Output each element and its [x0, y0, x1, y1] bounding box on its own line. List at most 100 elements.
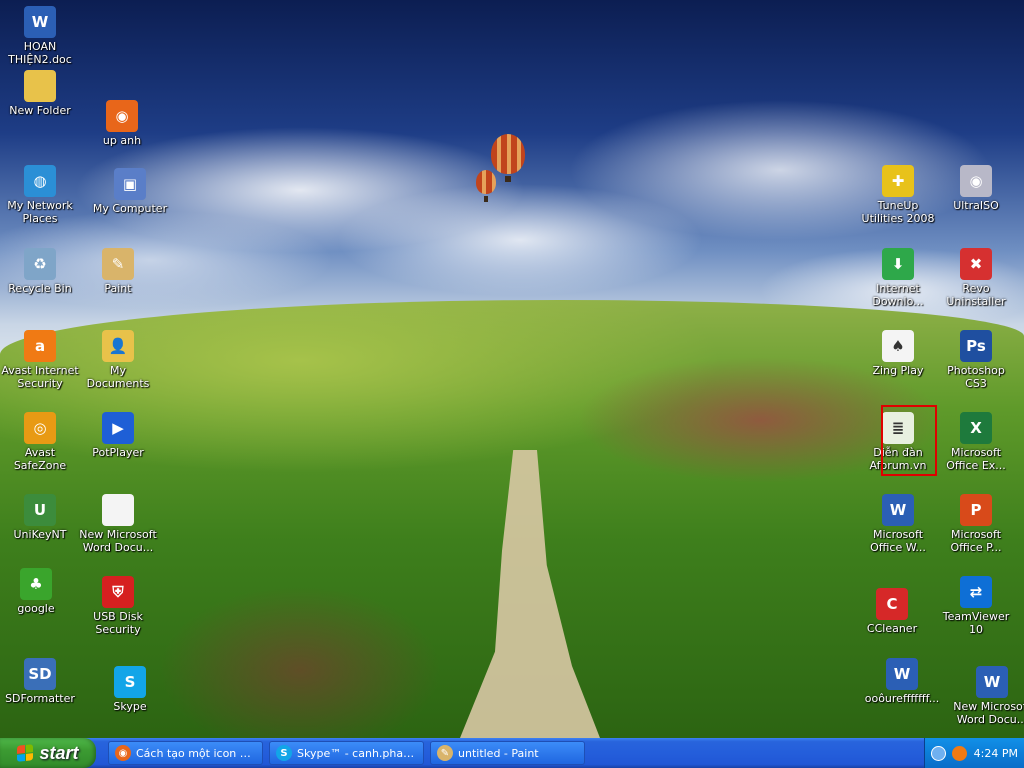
- powerpoint-icon: P: [960, 494, 992, 526]
- documents-folder-icon: 👤: [102, 330, 134, 362]
- desktop[interactable]: W HOAN THIỆN2.doc New Folder ◉ up anh ◍ My Net…: [0, 0, 1024, 738]
- desktop-icon-revo-uninstaller[interactable]: ✖ Revo Uninstaller: [936, 248, 1016, 308]
- sd-card-icon: SD: [24, 658, 56, 690]
- desktop-icon-label: Microsoft Office W...: [870, 528, 926, 554]
- paint-palette-icon: ✎: [102, 248, 134, 280]
- desktop-icon-skype[interactable]: S Skype: [90, 666, 170, 713]
- skype-icon: S: [114, 666, 146, 698]
- taskbar-button-label: Skype™ - canh.pham...: [297, 746, 417, 760]
- desktop-icon-my-computer[interactable]: ▣ My Computer: [90, 168, 170, 215]
- desktop-icon-sdformatter[interactable]: SD SDFormatter: [0, 658, 80, 705]
- computer-icon: ▣: [114, 168, 146, 200]
- desktop-icon-hoan-thien-doc[interactable]: W HOAN THIỆN2.doc: [0, 6, 80, 66]
- desktop-icon-ms-office-powerpoint[interactable]: P Microsoft Office P...: [936, 494, 1016, 554]
- desktop-icon-google[interactable]: ♣ google: [0, 568, 76, 615]
- desktop-icon-my-network-places[interactable]: ◍ My Network Places: [0, 165, 80, 225]
- potplayer-icon: ▶: [102, 412, 134, 444]
- firefox-shortcut-icon: ◉: [106, 100, 138, 132]
- hot-air-balloon-small: [476, 170, 496, 202]
- desktop-icon-label: Avast SafeZone: [13, 446, 67, 472]
- taskbar-buttons: ◉ Cách tạo một icon ch... S Skype™ - canh.p…: [102, 741, 585, 765]
- desktop-icon-label: google: [17, 602, 55, 615]
- desktop-icon-new-folder[interactable]: New Folder: [0, 70, 80, 117]
- desktop-icon-label: CCleaner: [866, 622, 918, 635]
- taskbar-button-label: Cách tạo một icon ch...: [136, 746, 256, 760]
- desktop-icon-label: Microsoft Office Ex...: [946, 446, 1006, 472]
- network-globe-icon: ◍: [24, 165, 56, 197]
- word-icon: W: [882, 494, 914, 526]
- desktop-icon-my-documents[interactable]: 👤 My Documents: [78, 330, 158, 390]
- taskbar-button-2[interactable]: S Skype™ - canh.pham...: [269, 741, 424, 765]
- desktop-icon-label: TeamViewer 10: [942, 610, 1010, 636]
- desktop-icon-label: TuneUp Utilities 2008: [861, 199, 935, 225]
- desktop-icon-label: Avast Internet Security: [1, 364, 79, 390]
- tree-icon: ♣: [20, 568, 52, 600]
- desktop-icon-label: UniKeyNT: [13, 528, 67, 541]
- desktop-icon-up-anh[interactable]: ◉ up anh: [82, 100, 162, 147]
- desktop-icon-recycle-bin[interactable]: ♻ Recycle Bin: [0, 248, 80, 295]
- avast-tray-icon[interactable]: [952, 745, 967, 761]
- taskbar-button-1[interactable]: ◉ Cách tạo một icon ch...: [108, 741, 263, 765]
- idm-icon: ⬇: [882, 248, 914, 280]
- desktop-icon-oooffffff[interactable]: Wooôurefffffff...: [862, 658, 942, 705]
- desktop-icon-label: PotPlayer: [92, 446, 144, 459]
- desktop-icon-label: Internet Downlo...: [872, 282, 924, 308]
- ccleaner-icon: C: [876, 588, 908, 620]
- desktop-icon-tuneup[interactable]: ✚ TuneUp Utilities 2008: [858, 165, 938, 225]
- desktop-icon-ms-office-excel[interactable]: X Microsoft Office Ex...: [936, 412, 1016, 472]
- selection-highlight: [881, 405, 937, 476]
- desktop-icon-unikeynt[interactable]: U UniKeyNT: [0, 494, 80, 541]
- desktop-icon-ccleaner[interactable]: C CCleaner: [852, 588, 932, 635]
- desktop-icon-paint[interactable]: ✎ Paint: [78, 248, 158, 295]
- desktop-icon-avast-internet-security[interactable]: a Avast Internet Security: [0, 330, 80, 390]
- desktop-icon-label: Photoshop CS3: [947, 364, 1005, 390]
- blank-document-icon: [102, 494, 134, 526]
- desktop-icon-label: My Network Places: [7, 199, 73, 225]
- start-label: start: [39, 742, 79, 763]
- excel-icon: X: [960, 412, 992, 444]
- system-tray: 4:24 PM: [924, 738, 1024, 768]
- clock[interactable]: 4:24 PM: [974, 747, 1018, 760]
- photoshop-icon: Ps: [960, 330, 992, 362]
- desktop-icon-new-ms-word-doc-2[interactable]: WNew Microsoft Word Docu...: [952, 666, 1024, 726]
- desktop-icon-avast-safezone[interactable]: ◎ Avast SafeZone: [0, 412, 80, 472]
- hot-air-balloon-large: [491, 134, 525, 182]
- safezone-globe-icon: ◎: [24, 412, 56, 444]
- desktop-icon-label: New Folder: [9, 104, 71, 117]
- word-document-icon: W: [24, 6, 56, 38]
- desktop-icon-usb-disk-security[interactable]: ⛨ USB Disk Security: [78, 576, 158, 636]
- desktop-icon-label: Skype: [113, 700, 147, 713]
- desktop-icon-potplayer[interactable]: ▶ PotPlayer: [78, 412, 158, 459]
- tuneup-icon: ✚: [882, 165, 914, 197]
- desktop-icon-label: USB Disk Security: [93, 610, 143, 636]
- desktop-icon-label: up anh: [102, 134, 142, 147]
- desktop-icon-label: Paint: [104, 282, 132, 295]
- desktop-icon-label: My Documents: [86, 364, 150, 390]
- taskbar: start ◉ Cách tạo một icon ch... S Skype™ - …: [0, 738, 1024, 768]
- recycle-bin-icon: ♻: [24, 248, 56, 280]
- desktop-icon-photoshop-cs3[interactable]: Ps Photoshop CS3: [936, 330, 1016, 390]
- desktop-icon-ms-office-word[interactable]: W Microsoft Office W...: [858, 494, 938, 554]
- desktop-icon-teamviewer[interactable]: ⇄ TeamViewer 10: [936, 576, 1016, 636]
- desktop-icon-ultraiso[interactable]: ◉ UltraISO: [936, 165, 1016, 212]
- teamviewer-icon: ⇄: [960, 576, 992, 608]
- desktop-icon-label: ooôurefffffff...: [864, 692, 940, 705]
- tray-expand-icon[interactable]: [931, 745, 946, 761]
- desktop-icon-label: Microsoft Office P...: [950, 528, 1002, 554]
- windows-flag-icon: [17, 744, 34, 762]
- desktop-icon-label: Zing Play: [872, 364, 924, 377]
- skype-icon: S: [276, 745, 292, 761]
- firefox-icon: ◉: [115, 745, 131, 761]
- desktop-icon-new-word-doc[interactable]: New Microsoft Word Docu...: [78, 494, 158, 554]
- unikey-icon: U: [24, 494, 56, 526]
- desktop-icon-zing-play[interactable]: ♠ Zing Play: [858, 330, 938, 377]
- desktop-icon-label: New Microsoft Word Docu...: [953, 700, 1024, 726]
- desktop-icon-label: UltraISO: [953, 199, 999, 212]
- desktop-icon-label: SDFormatter: [5, 692, 75, 705]
- start-button[interactable]: start: [0, 738, 96, 768]
- avast-icon: a: [24, 330, 56, 362]
- taskbar-button-label: untitled - Paint: [458, 746, 539, 760]
- desktop-icon-internet-download[interactable]: ⬇ Internet Downlo...: [858, 248, 938, 308]
- taskbar-button-3[interactable]: ✎ untitled - Paint: [430, 741, 585, 765]
- desktop-icon-label: My Computer: [92, 202, 168, 215]
